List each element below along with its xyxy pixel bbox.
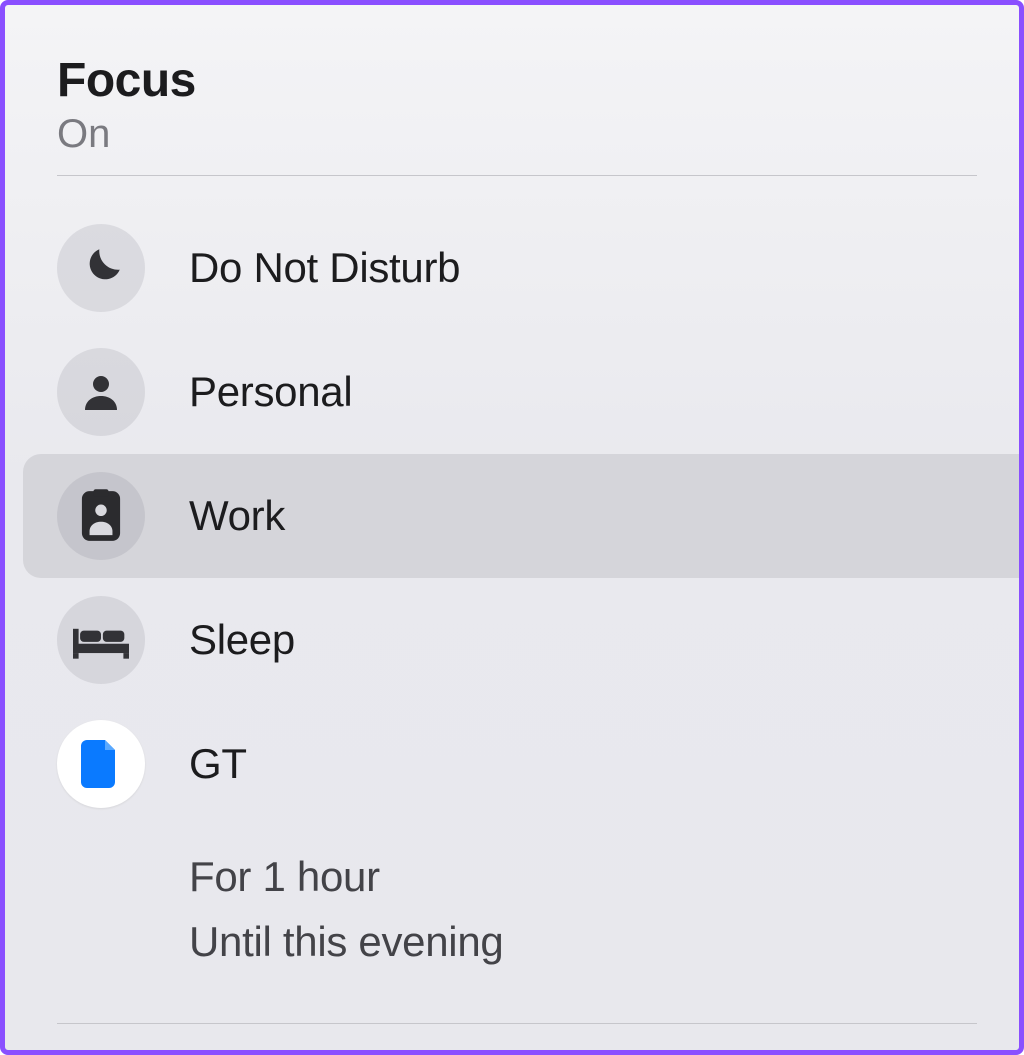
duration-option-1hour[interactable]: For 1 hour [189, 844, 1019, 909]
moon-icon [57, 224, 145, 312]
panel-header: Focus On [5, 5, 1019, 175]
focus-mode-label: Do Not Disturb [189, 244, 460, 292]
panel-status: On [57, 112, 967, 157]
focus-mode-label: Work [189, 492, 285, 540]
badge-icon [57, 472, 145, 560]
duration-option-evening[interactable]: Until this evening [189, 909, 1019, 974]
focus-mode-dnd[interactable]: Do Not Disturb [5, 206, 1019, 330]
focus-mode-label: GT [189, 740, 247, 788]
focus-mode-work[interactable]: Work [23, 454, 1019, 578]
focus-mode-gt[interactable]: GT [5, 702, 1019, 826]
focus-mode-label: Sleep [189, 616, 295, 664]
panel-title: Focus [57, 53, 967, 108]
focus-mode-personal[interactable]: Personal [5, 330, 1019, 454]
bottom-divider [57, 1023, 977, 1024]
person-icon [57, 348, 145, 436]
duration-options: For 1 hour Until this evening [5, 826, 1019, 974]
focus-mode-list: Do Not Disturb Personal Wo [5, 176, 1019, 826]
focus-mode-label: Personal [189, 368, 352, 416]
focus-mode-sleep[interactable]: Sleep [5, 578, 1019, 702]
focus-panel: Focus On Do Not Disturb Personal [0, 0, 1024, 1055]
bed-icon [57, 596, 145, 684]
document-icon [57, 720, 145, 808]
